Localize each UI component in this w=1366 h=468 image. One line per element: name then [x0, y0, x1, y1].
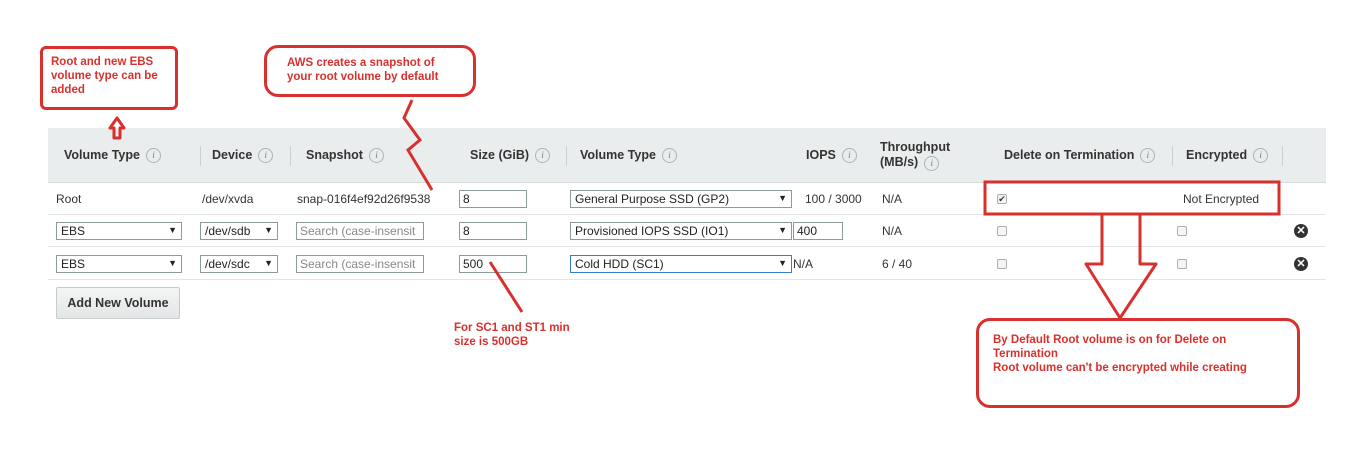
annotation-snapshot: AWS creates a snapshot of your root volu…	[264, 45, 476, 97]
up-arrow-icon	[108, 116, 126, 140]
annotation-root-ebs: Root and new EBS volume type can be adde…	[40, 46, 178, 110]
highlight-box	[983, 180, 1281, 216]
annotation-sc1: For SC1 and ST1 min size is 500GB	[454, 322, 570, 348]
annotation-default-root: By Default Root volume is on for Delete …	[976, 318, 1300, 408]
lightning-pointer-icon	[402, 99, 434, 191]
down-arrow-icon	[1084, 214, 1158, 320]
pointer-line-icon	[488, 261, 524, 313]
